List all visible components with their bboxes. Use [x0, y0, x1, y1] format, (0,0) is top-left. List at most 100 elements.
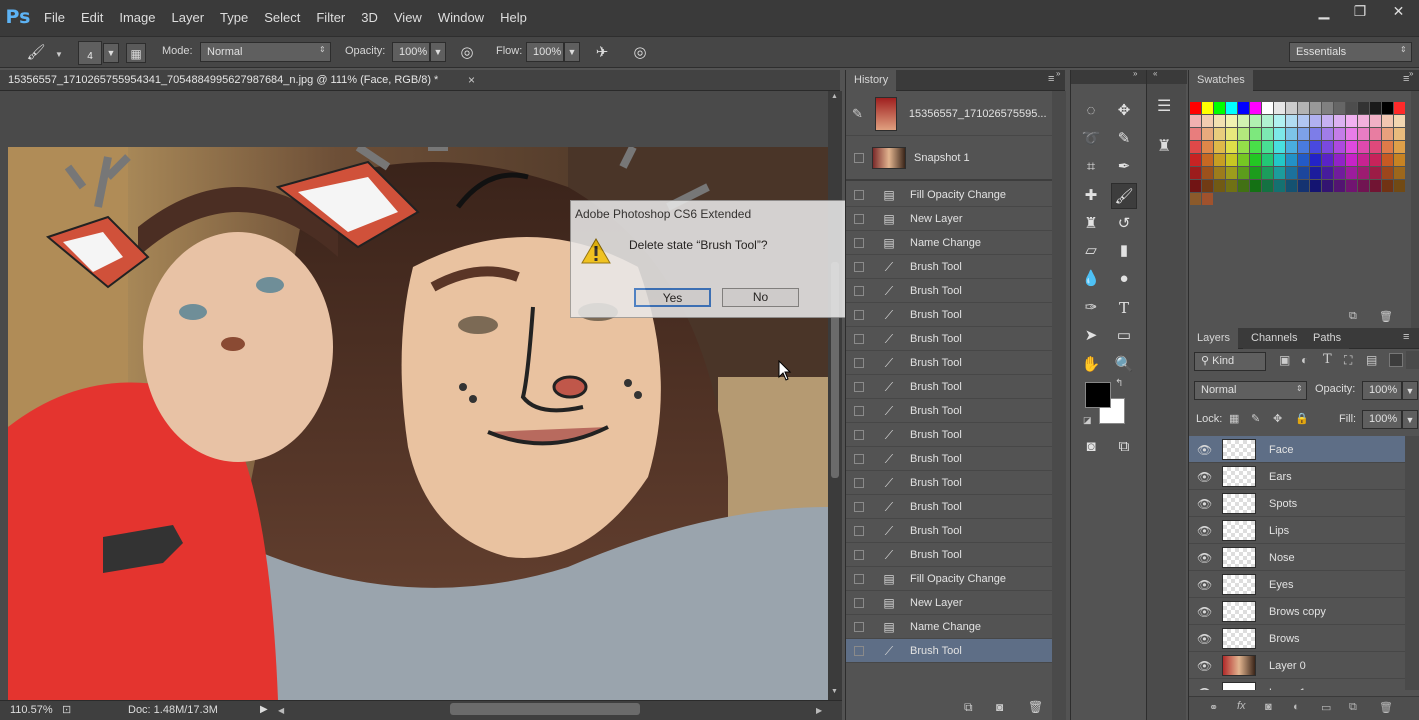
eye-icon[interactable]: 👁	[1197, 551, 1212, 565]
lock-image-icon[interactable]: ✎	[1251, 412, 1260, 425]
swatch[interactable]	[1262, 102, 1273, 114]
swatch[interactable]	[1394, 141, 1405, 153]
scroll-down-icon[interactable]: ▼	[831, 688, 838, 695]
canvas-area[interactable]	[0, 91, 828, 700]
minimize-icon[interactable]: ▁	[1306, 0, 1342, 24]
history-checkbox[interactable]	[854, 597, 864, 608]
swatch[interactable]	[1226, 154, 1237, 166]
swatch[interactable]	[1394, 115, 1405, 127]
history-checkbox[interactable]	[854, 309, 864, 320]
swatch[interactable]	[1238, 102, 1249, 114]
history-state-item[interactable]: ⟋ Brush Tool	[846, 519, 1052, 543]
history-checkbox[interactable]	[854, 333, 864, 344]
swatch[interactable]	[1250, 167, 1261, 179]
swatch[interactable]	[1322, 154, 1333, 166]
pressure-size-icon[interactable]: ◎	[630, 43, 650, 63]
quick-select-tool-icon[interactable]: ✎	[1111, 126, 1137, 152]
menu-select[interactable]: Select	[256, 0, 308, 36]
swatch[interactable]	[1262, 154, 1273, 166]
hand-tool-icon[interactable]: ✋	[1078, 352, 1104, 378]
swatch[interactable]	[1214, 154, 1225, 166]
horizontal-scroll-thumb[interactable]	[450, 703, 640, 715]
trash-icon[interactable]: 🗑	[1379, 701, 1393, 714]
default-colors-icon[interactable]: ◪	[1083, 415, 1092, 426]
swatch[interactable]	[1298, 102, 1309, 114]
swatch[interactable]	[1322, 128, 1333, 140]
menu-type[interactable]: Type	[212, 0, 256, 36]
yes-button[interactable]: Yes	[634, 288, 711, 307]
swatch[interactable]	[1226, 102, 1237, 114]
trash-icon[interactable]: 🗑	[1028, 700, 1043, 714]
history-checkbox[interactable]	[854, 381, 864, 392]
restore-icon[interactable]: ❐	[1342, 0, 1378, 24]
adjustment-filter-icon[interactable]: ◐	[1301, 353, 1308, 367]
layer-row[interactable]: 👁 Lips	[1189, 517, 1405, 544]
history-checkbox[interactable]	[854, 477, 864, 488]
swatch[interactable]	[1334, 180, 1345, 192]
swatch[interactable]	[1310, 180, 1321, 192]
swatch[interactable]	[1370, 102, 1381, 114]
swatch[interactable]	[1202, 167, 1213, 179]
swatch[interactable]	[1394, 102, 1405, 114]
swatch[interactable]	[1238, 167, 1249, 179]
swatch[interactable]	[1202, 193, 1213, 205]
swatch[interactable]	[1202, 115, 1213, 127]
panel-menu-icon[interactable]: ≡	[1403, 331, 1409, 343]
history-state-item[interactable]: ⟋ Brush Tool	[846, 447, 1052, 471]
swatch[interactable]	[1358, 141, 1369, 153]
history-state-item[interactable]: ⟋ Brush Tool	[846, 303, 1052, 327]
swatch[interactable]	[1250, 180, 1261, 192]
swatch[interactable]	[1190, 154, 1201, 166]
dodge-tool-icon[interactable]: ●	[1111, 266, 1137, 292]
swatch[interactable]	[1334, 128, 1345, 140]
swatch[interactable]	[1250, 102, 1261, 114]
workspace-select[interactable]: Essentials	[1289, 42, 1412, 62]
menu-window[interactable]: Window	[430, 0, 492, 36]
layer-style-icon[interactable]: fx	[1237, 700, 1246, 712]
swatch[interactable]	[1226, 180, 1237, 192]
eye-icon[interactable]: 👁	[1197, 497, 1212, 511]
history-state-item[interactable]: ⟋ Brush Tool	[846, 351, 1052, 375]
swatch[interactable]	[1274, 141, 1285, 153]
swatch[interactable]	[1190, 167, 1201, 179]
history-snapshot[interactable]: Snapshot 1	[846, 136, 1052, 181]
layer-row[interactable]: 👁 Layer 0	[1189, 652, 1405, 679]
history-state-item[interactable]: ⟋ Brush Tool	[846, 639, 1052, 663]
swatch[interactable]	[1214, 180, 1225, 192]
history-checkbox[interactable]	[854, 549, 864, 560]
swatch[interactable]	[1370, 180, 1381, 192]
swatch[interactable]	[1358, 167, 1369, 179]
swatch[interactable]	[1346, 128, 1357, 140]
history-state-item[interactable]: ⟋ Brush Tool	[846, 471, 1052, 495]
swap-colors-icon[interactable]: ↰	[1115, 378, 1123, 389]
camera-icon[interactable]: ◙	[996, 700, 1003, 714]
swatch[interactable]	[1190, 102, 1201, 114]
fill-dropdown[interactable]: ▼	[1402, 410, 1418, 429]
swatch[interactable]	[1322, 115, 1333, 127]
rectangle-tool-icon[interactable]: ▭	[1111, 323, 1137, 349]
swatch[interactable]	[1226, 128, 1237, 140]
brush-size-field[interactable]: 4	[78, 41, 102, 65]
swatch[interactable]	[1250, 128, 1261, 140]
scroll-left-icon[interactable]: ◀	[278, 706, 284, 715]
layer-row[interactable]: 👁 Layer 1	[1189, 679, 1405, 690]
document-tab[interactable]: 15356557_1710265755954341_70548849956279…	[0, 70, 840, 91]
swatch[interactable]	[1310, 154, 1321, 166]
quick-mask-icon[interactable]: ◙	[1078, 434, 1104, 460]
tab-channels[interactable]: Channels	[1243, 328, 1306, 349]
new-document-from-state-icon[interactable]: ⧉	[964, 700, 973, 715]
history-state-item[interactable]: ⟋ Brush Tool	[846, 279, 1052, 303]
fill-field[interactable]: 100%	[1362, 410, 1402, 429]
swatch[interactable]	[1310, 167, 1321, 179]
type-tool-icon[interactable]: T	[1111, 295, 1137, 321]
menu-view[interactable]: View	[386, 0, 430, 36]
swatch[interactable]	[1274, 128, 1285, 140]
swatch[interactable]	[1202, 180, 1213, 192]
history-state-item[interactable]: ⟋ Brush Tool	[846, 399, 1052, 423]
menu-layer[interactable]: Layer	[164, 0, 213, 36]
swatch[interactable]	[1382, 180, 1393, 192]
menu-3d[interactable]: 3D	[353, 0, 386, 36]
menu-help[interactable]: Help	[492, 0, 535, 36]
tab-swatches[interactable]: Swatches	[1189, 70, 1253, 91]
swatch[interactable]	[1370, 167, 1381, 179]
